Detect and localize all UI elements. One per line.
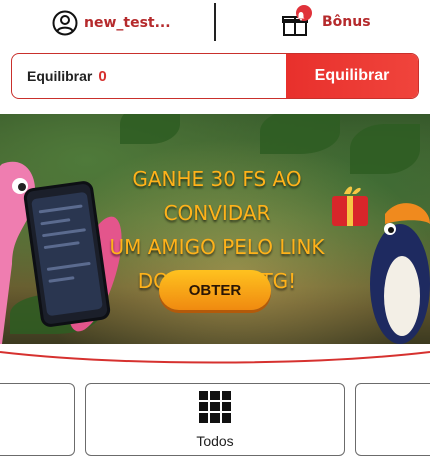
leaf-decoration — [120, 114, 180, 144]
phone-text-line — [43, 241, 80, 250]
username: new_test... — [84, 15, 171, 31]
leaf-decoration — [260, 114, 340, 154]
obter-button[interactable]: OBTER — [159, 270, 271, 310]
phone-text-line — [46, 261, 91, 271]
phone-text-line — [40, 218, 71, 226]
promo-banner[interactable]: GANHE 30 FS AO CONVIDAR UM AMIGO PELO LI… — [0, 114, 430, 344]
header-divider — [214, 3, 216, 41]
bonus-button[interactable]: Bônus — [282, 4, 371, 40]
notification-badge — [296, 5, 312, 21]
phone-text-line — [42, 228, 87, 238]
grid-icon — [199, 390, 231, 423]
balance-label: Equilibrar — [27, 68, 93, 84]
banner-line: GANHE 30 FS AO CONVIDAR — [132, 167, 302, 225]
category-label: Todos — [196, 432, 234, 449]
top-header: new_test... Bônus — [0, 0, 430, 46]
balance-value: 0 — [98, 67, 107, 85]
balance-panel: Equilibrar 0 Equilibrar — [11, 53, 419, 99]
category-card[interactable] — [0, 383, 75, 456]
balance-display: Equilibrar 0 — [12, 54, 286, 98]
gift-icon — [282, 5, 316, 39]
section-separator — [0, 351, 430, 364]
user-profile[interactable]: new_test... — [52, 8, 171, 38]
category-card[interactable] — [355, 383, 430, 456]
user-icon — [52, 10, 78, 36]
bell-icon — [297, 12, 305, 21]
banner-line: UM AMIGO PELO LINK — [109, 235, 325, 259]
toucan-character — [332, 186, 430, 344]
phone-text-line — [38, 204, 83, 214]
category-all[interactable]: Todos — [85, 383, 345, 456]
bonus-label: Bônus — [322, 14, 371, 30]
leaf-decoration — [350, 124, 420, 174]
balance-action-button[interactable]: Equilibrar — [286, 54, 418, 98]
phone-text-line — [48, 276, 75, 283]
